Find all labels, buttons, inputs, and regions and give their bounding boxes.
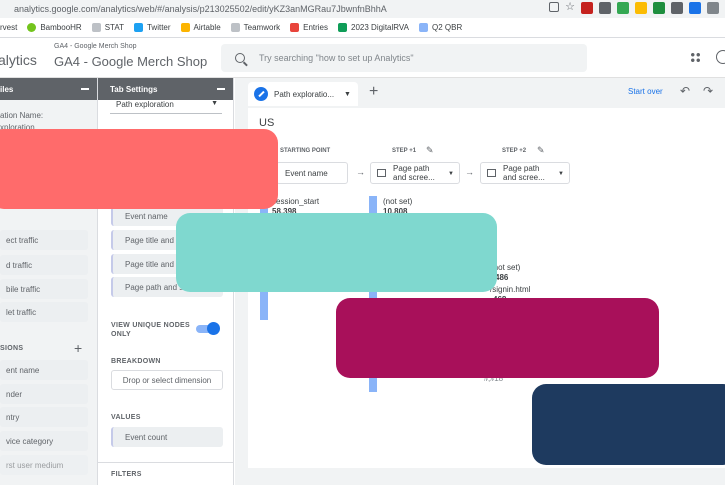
extension-icon[interactable]	[599, 2, 611, 14]
bookmark-twitter[interactable]: Twitter	[133, 23, 171, 32]
starting-point-label: STARTING POINT	[280, 148, 331, 154]
tab-path-exploration[interactable]: Path exploratio... ▼	[248, 82, 358, 106]
technique-select[interactable]: Path exploration ▼	[110, 100, 222, 114]
edit-step-icon[interactable]: ✎	[426, 145, 434, 156]
add-tab-button[interactable]: +	[369, 83, 378, 101]
app-name[interactable]: alytics	[0, 52, 37, 68]
toggle-knob	[207, 322, 220, 335]
dropdown-arrow-icon: ▼	[448, 171, 454, 177]
step1-node-selector[interactable]: Page path and scree... ▼	[370, 162, 460, 184]
help-icon[interactable]	[716, 50, 725, 64]
node-label: /signin.html	[490, 285, 531, 294]
apps-grid-icon[interactable]	[690, 52, 701, 63]
value-chip[interactable]: Event count	[111, 427, 223, 447]
bookmark-entries[interactable]: Entries	[290, 23, 328, 32]
segment-chip[interactable]: d traffic	[0, 255, 88, 275]
account-name: GA4 - Google Merch Shop	[54, 43, 137, 50]
pencil-icon	[254, 87, 268, 101]
dropdown-arrow-icon: ▼	[211, 100, 218, 107]
segment-chip[interactable]: bile traffic	[0, 279, 88, 299]
breakdown-drop-zone[interactable]: Drop or select dimension	[111, 370, 223, 390]
twitter-icon	[133, 23, 143, 32]
step2-label: STEP +2	[502, 148, 527, 154]
starting-node-selector[interactable]: Event name	[276, 162, 348, 184]
filters-label: FILTERS	[111, 471, 142, 478]
bookmark-airtable[interactable]: Airtable	[180, 23, 221, 32]
extension-icon[interactable]	[581, 2, 593, 14]
step1-label: STEP +1	[392, 148, 417, 154]
segment-chip[interactable]: let traffic	[0, 302, 88, 322]
drive-icon[interactable]	[617, 2, 629, 14]
folder-icon	[91, 23, 101, 32]
star-icon[interactable]: ☆	[565, 2, 575, 14]
dropdown-arrow-icon: ▼	[558, 171, 564, 177]
segment-chip[interactable]: ect traffic	[0, 230, 88, 250]
arrow-right-icon: →	[465, 167, 474, 177]
bookmark-teamwork[interactable]: Teamwork	[230, 23, 280, 32]
undo-icon[interactable]: ↶	[680, 84, 690, 98]
search-placeholder: Try searching "how to set up Analytics"	[259, 53, 414, 63]
step2-node-selector[interactable]: Page path and scree... ▼	[480, 162, 570, 184]
dimensions-label: SIONS	[0, 345, 24, 352]
breakdown-label: BREAKDOWN	[111, 358, 161, 365]
exploration-name-label: ation Name:	[0, 111, 44, 120]
entries-icon	[290, 23, 300, 32]
tab-settings-header: Tab Settings	[98, 78, 233, 100]
extension-icon[interactable]	[635, 2, 647, 14]
dimension-chip[interactable]: nder	[0, 384, 88, 404]
url-text: analytics.google.com/analytics/web/#/ana…	[14, 4, 387, 14]
node-value: 486	[495, 273, 509, 282]
bookmark-q2qbr[interactable]: Q2 QBR	[418, 23, 462, 32]
redaction-overlay-teal	[176, 213, 497, 292]
bookmark-stat[interactable]: STAT	[91, 23, 124, 32]
segment-title: US	[259, 117, 275, 129]
table-icon	[377, 169, 386, 177]
view-unique-nodes-label: VIEW UNIQUE NODES ONLY	[111, 322, 190, 338]
redaction-overlay-navy	[532, 384, 725, 465]
edit-step-icon[interactable]: ✎	[537, 145, 545, 156]
dimension-chip[interactable]: rst user medium	[0, 455, 88, 475]
slides-icon	[418, 23, 428, 32]
search-icon	[235, 53, 245, 63]
search-input[interactable]: Try searching "how to set up Analytics"	[221, 44, 587, 72]
folder-icon	[230, 23, 240, 32]
table-icon	[487, 169, 496, 177]
dimension-chip[interactable]: vice category	[0, 431, 88, 451]
collapse-icon[interactable]	[81, 88, 89, 90]
address-bar[interactable]: analytics.google.com/analytics/web/#/ana…	[0, 0, 725, 18]
bamboo-icon	[27, 23, 37, 32]
share-icon[interactable]	[549, 2, 560, 12]
airtable-icon	[180, 23, 190, 32]
panel-divider	[98, 462, 234, 463]
node-label: (not set)	[383, 197, 413, 206]
add-dimension-icon[interactable]: +	[74, 340, 82, 356]
dimension-chip[interactable]: ent name	[0, 360, 88, 380]
dimension-chip[interactable]: ntry	[0, 407, 88, 427]
node-label: session_start	[272, 197, 320, 206]
bookmark-bamboohr[interactable]: BambooHR	[27, 23, 82, 32]
values-label: VALUES	[111, 414, 141, 421]
redaction-overlay-magenta	[336, 298, 659, 378]
extension-icon[interactable]	[689, 2, 701, 14]
bookmark-harvest[interactable]: rvest	[0, 23, 17, 32]
dropdown-arrow-icon[interactable]: ▼	[344, 91, 351, 98]
bookmark-digitalrva[interactable]: 2023 DigitalRVA	[338, 23, 409, 32]
bookmarks-bar: rvest BambooHR STAT Twitter Airtable Tea…	[0, 18, 725, 38]
view-unique-nodes-toggle[interactable]	[196, 322, 220, 335]
property-selector[interactable]: GA4 - Google Merch Shop	[54, 54, 207, 69]
redo-icon[interactable]: ↷	[703, 84, 713, 98]
extension-icon[interactable]	[671, 2, 683, 14]
start-over-button[interactable]: Start over	[628, 87, 663, 96]
extension-icon[interactable]	[653, 2, 665, 14]
sheets-icon	[338, 23, 348, 32]
variables-panel-header: iles	[0, 78, 97, 100]
collapse-icon[interactable]	[217, 88, 225, 90]
redaction-overlay-red	[0, 129, 278, 209]
arrow-right-icon: →	[356, 167, 365, 177]
extension-icon[interactable]	[707, 2, 719, 14]
